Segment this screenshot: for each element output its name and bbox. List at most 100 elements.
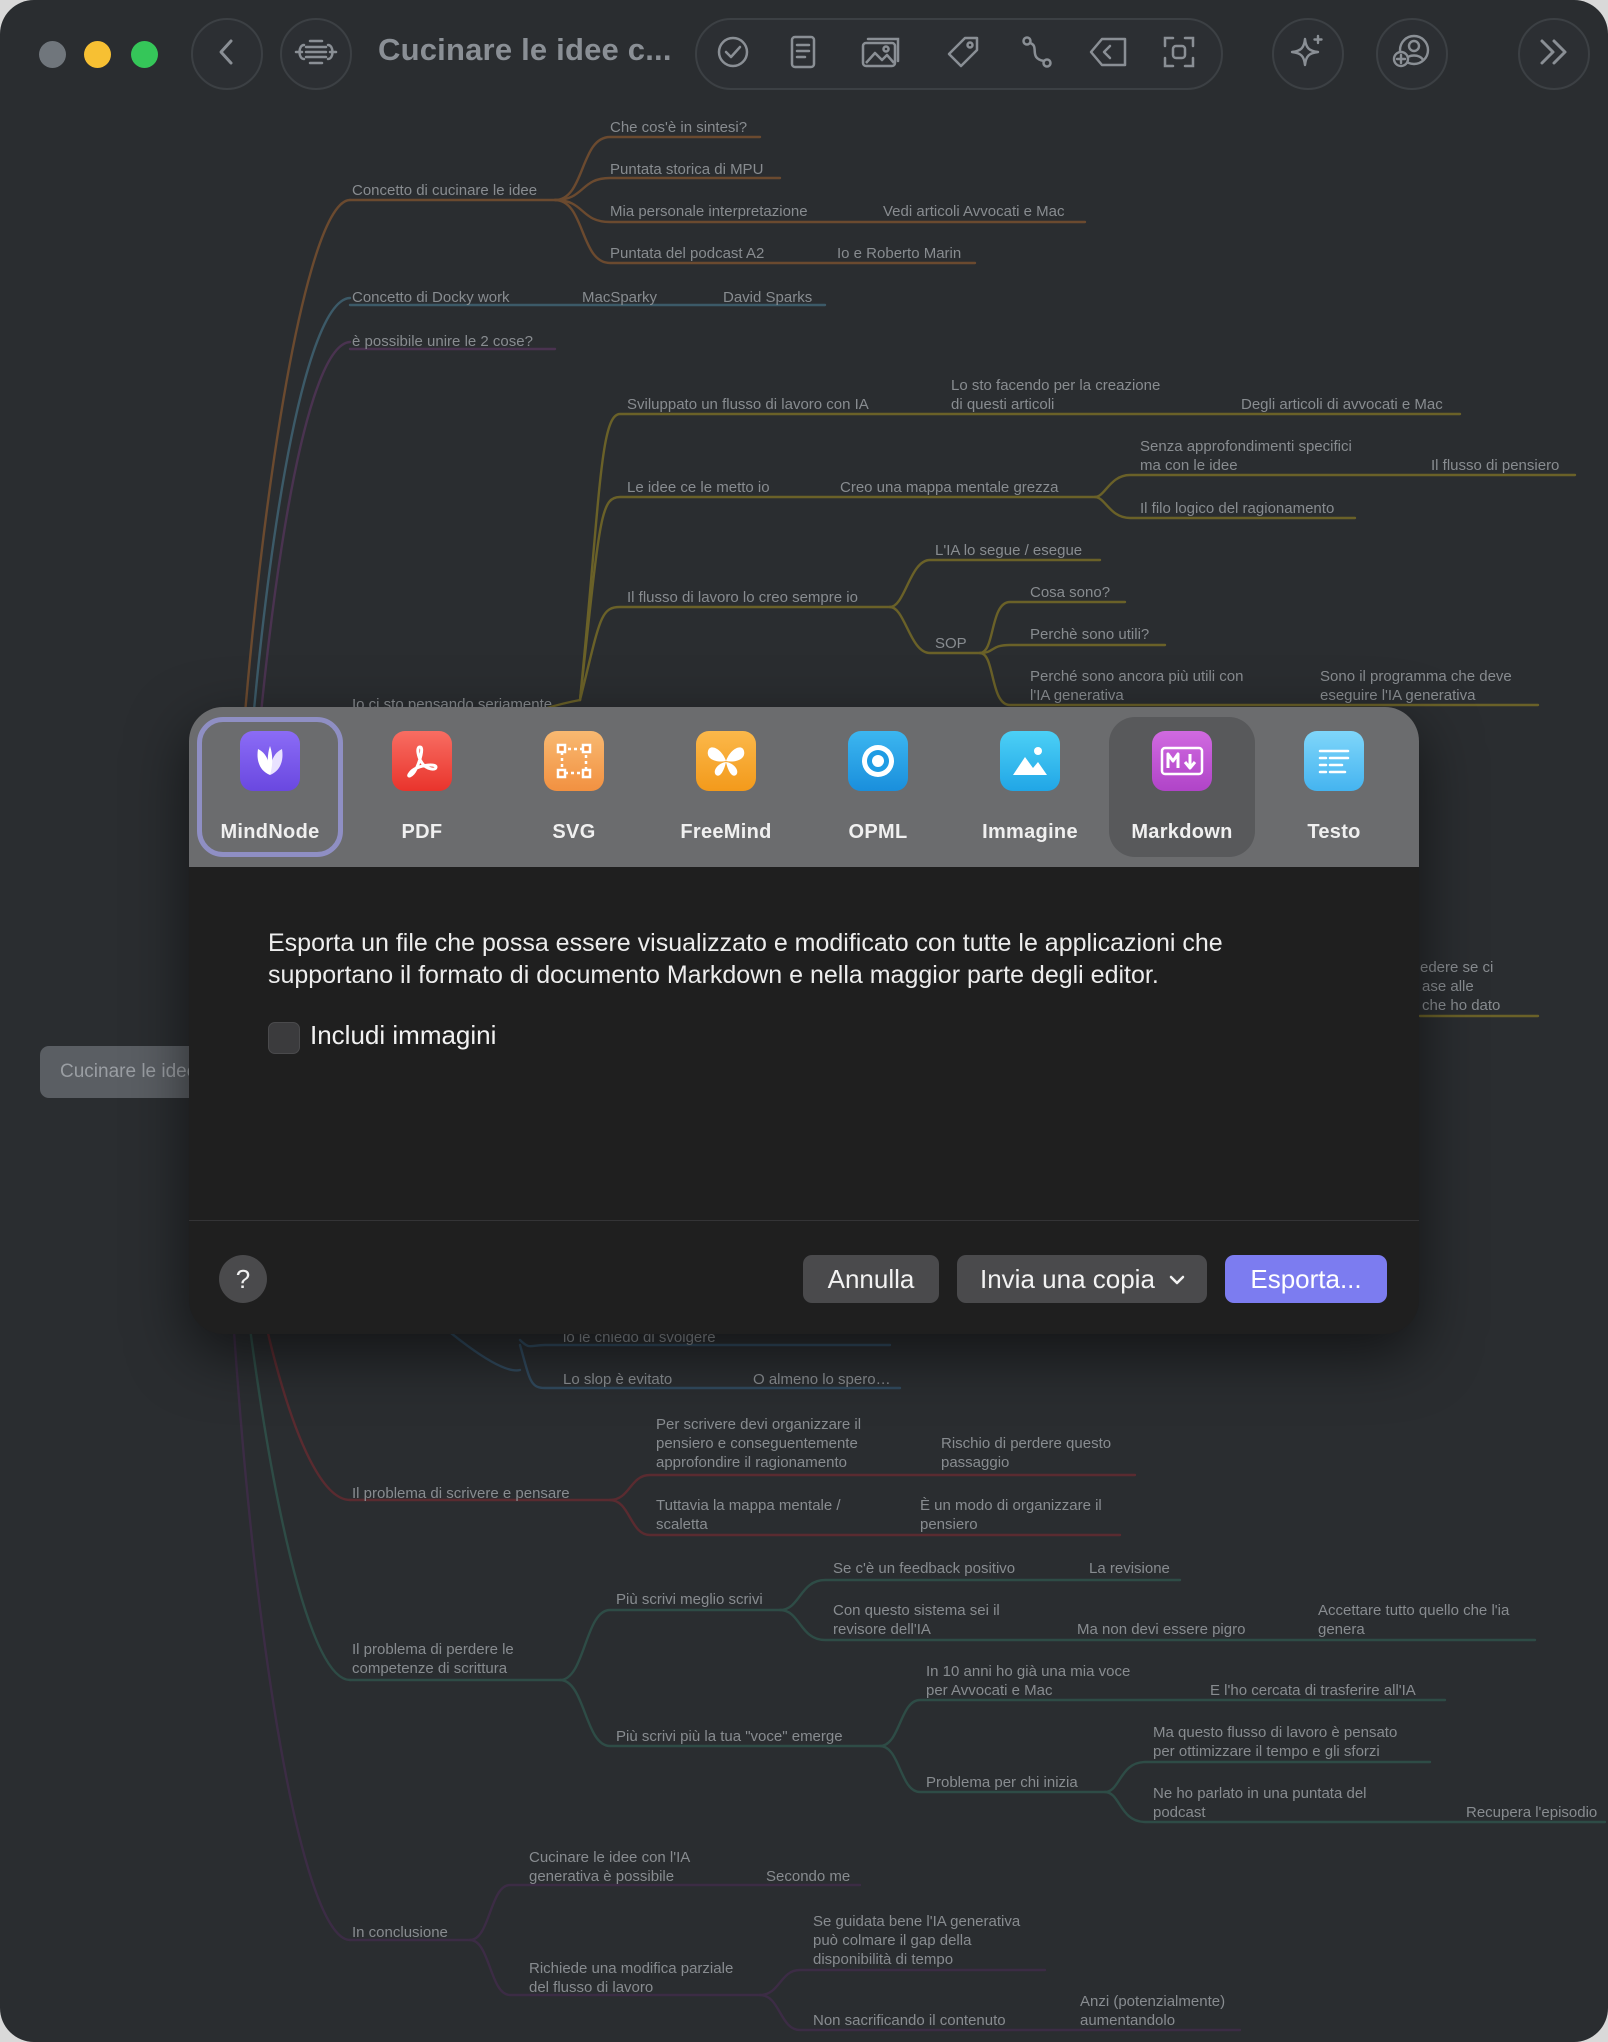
mindmap-node[interactable]: David Sparks xyxy=(723,288,812,307)
focus-button[interactable] xyxy=(1157,32,1201,76)
mindmap-node[interactable]: La revisione xyxy=(1089,1559,1170,1578)
format-option-svg[interactable]: SVG xyxy=(501,717,647,857)
mindmap-node[interactable]: Non sacrificando il contenuto xyxy=(813,2011,1006,2030)
mindmap-node[interactable]: Ma questo flusso di lavoro è pensato xyxy=(1153,1723,1397,1742)
mindmap-node[interactable]: Più scrivi meglio scrivi xyxy=(616,1590,763,1609)
mindmap-node[interactable]: Il filo logico del ragionamento xyxy=(1140,499,1334,518)
insert-image-button[interactable] xyxy=(859,32,903,76)
mindmap-node[interactable]: ma con le idee xyxy=(1140,456,1238,475)
window-minimize-button[interactable] xyxy=(84,41,111,68)
mindmap-node[interactable]: Sviluppato un flusso di lavoro con IA xyxy=(627,395,869,414)
mindmap-node[interactable]: podcast xyxy=(1153,1803,1206,1822)
mindmap-node[interactable]: Perchè sono utili? xyxy=(1030,625,1149,644)
ai-assistant-button[interactable] xyxy=(1272,18,1344,90)
mindmap-node[interactable]: Che cos'è in sintesi? xyxy=(610,118,747,137)
mindmap-node[interactable]: Lo slop è evitato xyxy=(563,1370,672,1389)
mindmap-node[interactable]: Ma non devi essere pigro xyxy=(1077,1620,1245,1639)
mindmap-node[interactable]: O almeno lo spero… xyxy=(753,1370,891,1389)
document-title[interactable]: Cucinare le idee c... xyxy=(378,32,672,68)
mindmap-node[interactable]: del flusso di lavoro xyxy=(529,1978,653,1997)
mindmap-node[interactable]: Accettare tutto quello che l'ia xyxy=(1318,1601,1509,1620)
mindmap-node[interactable]: Io e Roberto Marin xyxy=(837,244,961,263)
mindmap-node[interactable]: MacSparky xyxy=(582,288,657,307)
mindmap-node[interactable]: Sono il programma che deve xyxy=(1320,667,1512,686)
mindmap-node[interactable]: Tuttavia la mappa mentale / xyxy=(656,1496,841,1515)
mindmap-node[interactable]: aumentandolo xyxy=(1080,2011,1175,2030)
window-close-button[interactable] xyxy=(39,41,66,68)
mindmap-node[interactable]: Il flusso di lavoro lo creo sempre io xyxy=(627,588,858,607)
mindmap-node[interactable]: l'IA generativa xyxy=(1030,686,1124,705)
mindmap-node[interactable]: È un modo di organizzare il xyxy=(920,1496,1102,1515)
mindmap-node[interactable]: Anzi (potenzialmente) xyxy=(1080,1992,1225,2011)
collaborate-button[interactable] xyxy=(1376,18,1448,90)
format-option-text[interactable]: Testo xyxy=(1261,717,1407,857)
mindmap-node[interactable]: è possibile unire le 2 cose? xyxy=(352,332,533,351)
mindmap-node[interactable]: revisore dell'IA xyxy=(833,1620,931,1639)
mindmap-node[interactable]: Il flusso di pensiero xyxy=(1431,456,1559,475)
mindmap-node[interactable]: Con questo sistema sei il xyxy=(833,1601,1000,1620)
mindmap-node[interactable]: per ottimizzare il tempo e gli sforzi xyxy=(1153,1742,1380,1761)
format-option-markdown[interactable]: Markdown xyxy=(1109,717,1255,857)
mindmap-node[interactable]: L'IA lo segue / esegue xyxy=(935,541,1082,560)
mindmap-node[interactable]: Puntata storica di MPU xyxy=(610,160,763,179)
mindmap-node[interactable]: approfondire il ragionamento xyxy=(656,1453,847,1472)
mindmap-node[interactable]: Concetto di cucinare le idee xyxy=(352,181,537,200)
toggle-sidebar-button[interactable] xyxy=(1518,18,1590,90)
window-zoom-button[interactable] xyxy=(131,41,158,68)
mindmap-node[interactable]: Vedi articoli Avvocati e Mac xyxy=(883,202,1064,221)
mindmap-node[interactable]: competenze di scrittura xyxy=(352,1659,507,1678)
mindmap-node[interactable]: ase alle xyxy=(1422,977,1474,996)
mindmap-node[interactable]: SOP xyxy=(935,634,967,653)
mindmap-node[interactable]: Per scrivere devi organizzare il xyxy=(656,1415,861,1434)
mindmap-node[interactable]: In 10 anni ho già una mia voce xyxy=(926,1662,1130,1681)
mindmap-node[interactable]: scaletta xyxy=(656,1515,708,1534)
mindmap-node[interactable]: Le idee ce le metto io xyxy=(627,478,770,497)
mindmap-node[interactable]: Il problema di scrivere e pensare xyxy=(352,1484,570,1503)
mindmap-node[interactable]: Rischio di perdere questo xyxy=(941,1434,1111,1453)
mindmap-node[interactable]: Lo sto facendo per la creazione xyxy=(951,376,1160,395)
format-option-mindnode[interactable]: MindNode xyxy=(197,717,343,857)
mindmap-node[interactable]: eseguire l'IA generativa xyxy=(1320,686,1475,705)
connection-button[interactable] xyxy=(1015,32,1059,76)
mindmap-node[interactable]: può colmare il gap della xyxy=(813,1931,971,1950)
back-button[interactable] xyxy=(191,18,263,90)
mindmap-node[interactable]: che ho dato xyxy=(1422,996,1500,1015)
mindmap-node[interactable]: Ne ho parlato in una puntata del xyxy=(1153,1784,1367,1803)
task-button[interactable] xyxy=(711,32,755,76)
mindmap-node[interactable]: Secondo me xyxy=(766,1867,850,1886)
mindmap-node[interactable]: generativa è possibile xyxy=(529,1867,674,1886)
mindmap-node[interactable]: genera xyxy=(1318,1620,1365,1639)
mindmap-node[interactable]: disponibilità di tempo xyxy=(813,1950,953,1969)
mindmap-node[interactable]: Più scrivi più la tua "voce" emerge xyxy=(616,1727,843,1746)
mindmap-node[interactable]: Degli articoli di avvocati e Mac xyxy=(1241,395,1443,414)
tag-button[interactable] xyxy=(941,32,985,76)
mindmap-node[interactable]: Perché sono ancora più utili con xyxy=(1030,667,1243,686)
mindmap-node[interactable]: Cosa sono? xyxy=(1030,583,1110,602)
format-option-opml[interactable]: OPML xyxy=(805,717,951,857)
mindmap-node[interactable]: per Avvocati e Mac xyxy=(926,1681,1052,1700)
export-button[interactable]: Esporta... xyxy=(1225,1255,1387,1303)
mindmap-node[interactable]: edere se ci xyxy=(1420,958,1493,977)
cancel-button[interactable]: Annulla xyxy=(803,1255,939,1303)
mindmap-node[interactable]: In conclusione xyxy=(352,1923,448,1942)
mindmap-node[interactable]: di questi articoli xyxy=(951,395,1054,414)
mindmap-node[interactable]: Recupera l'episodio xyxy=(1466,1803,1597,1822)
format-option-image[interactable]: Immagine xyxy=(957,717,1103,857)
mindmap-node[interactable]: pensiero xyxy=(920,1515,978,1534)
mindmap-node[interactable]: Creo una mappa mentale grezza xyxy=(840,478,1058,497)
mindmap-node[interactable]: pensiero e conseguentemente xyxy=(656,1434,858,1453)
mindmap-node[interactable]: Senza approfondimenti specifici xyxy=(1140,437,1352,456)
mindmap-node[interactable]: Il problema di perdere le xyxy=(352,1640,514,1659)
format-option-pdf[interactable]: PDF xyxy=(349,717,495,857)
mindmap-node[interactable]: passaggio xyxy=(941,1453,1009,1472)
mindmap-node[interactable]: Concetto di Docky work xyxy=(352,288,510,307)
mindmap-node[interactable]: Richiede una modifica parziale xyxy=(529,1959,733,1978)
mindmap-node[interactable]: Cucinare le idee con l'IA xyxy=(529,1848,690,1867)
send-copy-button[interactable]: Invia una copia xyxy=(957,1255,1207,1303)
tag-outline-button[interactable] xyxy=(1087,32,1131,76)
outline-toggle-button[interactable] xyxy=(280,18,352,90)
include-images-label[interactable]: Includi immagini xyxy=(310,1020,496,1051)
format-option-freemind[interactable]: FreeMind xyxy=(653,717,799,857)
mindmap-node[interactable]: Se c'è un feedback positivo xyxy=(833,1559,1015,1578)
note-button[interactable] xyxy=(781,32,825,76)
